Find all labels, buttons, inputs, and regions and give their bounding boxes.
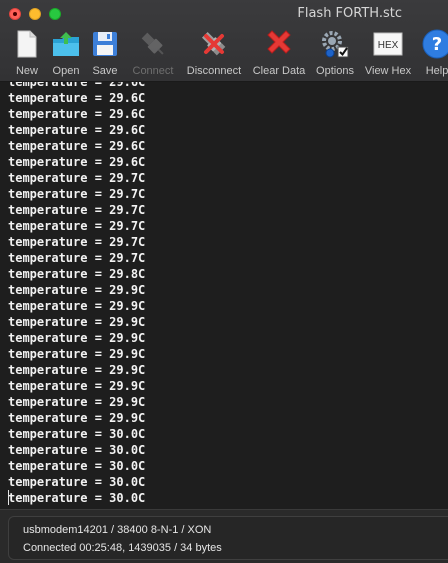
terminal-line: temperature = 29.9C [8, 331, 146, 345]
terminal-line: temperature = 30.0C [8, 491, 146, 505]
text-cursor [8, 490, 9, 505]
terminal-line-partial: temperature = 29.6C [8, 82, 146, 89]
zoom-window-button[interactable] [49, 8, 61, 20]
close-window-button[interactable] [9, 8, 21, 20]
red-x-icon [267, 30, 291, 54]
terminal-line: temperature = 29.9C [8, 299, 146, 313]
terminal-line: temperature = 29.9C [8, 395, 146, 409]
terminal-line: temperature = 29.6C [8, 155, 146, 169]
terminal-output[interactable]: temperature = 29.6C temperature = 29.6C t… [0, 82, 448, 509]
new-button[interactable]: New [10, 26, 44, 82]
hex-icon: HEX [373, 32, 403, 56]
window-controls [9, 8, 61, 20]
port-settings-text: usbmodem14201 / 38400 8-N-1 / XON [23, 524, 212, 536]
terminal-line: temperature = 29.9C [8, 363, 146, 377]
terminal-line: temperature = 30.0C [8, 443, 146, 457]
terminal-line: temperature = 29.9C [8, 411, 146, 425]
clear-data-button[interactable]: Clear Data [251, 26, 307, 82]
minimize-window-button[interactable] [29, 8, 41, 20]
terminal-line: temperature = 29.7C [8, 219, 146, 233]
view-hex-button[interactable]: HEX View Hex [362, 26, 414, 82]
clear-data-button-label: Clear Data [252, 65, 306, 77]
status-panel: usbmodem14201 / 38400 8-N-1 / XON Connec… [0, 509, 448, 563]
terminal-line: temperature = 29.9C [8, 283, 146, 297]
new-document-icon [17, 30, 37, 58]
connect-button[interactable]: Connect [129, 26, 177, 82]
question-mark-icon: ? [422, 29, 448, 59]
terminal-line: temperature = 29.7C [8, 203, 146, 217]
connect-button-label: Connect [132, 65, 174, 77]
app-window: Flash FORTH.stc New Open Save Connect Di… [0, 0, 448, 563]
terminal-line: temperature = 29.9C [8, 315, 146, 329]
help-icon-text: ? [432, 34, 442, 55]
toolbar: New Open Save Connect Disconnect Clear D… [0, 26, 448, 82]
terminal-line: temperature = 29.7C [8, 171, 146, 185]
title-bar: Flash FORTH.stc New Open Save Connect Di… [0, 0, 448, 82]
hex-icon-text: HEX [378, 40, 399, 51]
terminal-line: temperature = 29.7C [8, 187, 146, 201]
terminal-line: temperature = 30.0C [8, 475, 146, 489]
save-button-label: Save [92, 65, 118, 77]
help-button[interactable]: ? Help [420, 26, 448, 82]
floppy-disk-icon [93, 32, 117, 56]
terminal-line: temperature = 29.8C [8, 267, 146, 281]
save-button[interactable]: Save [88, 26, 122, 82]
new-button-label: New [15, 65, 38, 77]
terminal-line: temperature = 29.9C [8, 379, 146, 393]
connection-status-text: Connected 00:25:48, 1439035 / 34 bytes [23, 542, 222, 554]
options-button[interactable]: Options [313, 26, 357, 82]
usb-plug-icon [141, 32, 164, 55]
open-button[interactable]: Open [49, 26, 83, 82]
open-button-label: Open [52, 65, 80, 77]
terminal-line: temperature = 29.6C [8, 139, 146, 153]
terminal-line: temperature = 29.6C [8, 123, 146, 137]
disconnect-plug-icon [201, 31, 226, 56]
open-folder-icon [53, 32, 79, 56]
window-title: Flash FORTH.stc [297, 6, 402, 21]
gear-checkbox-icon [322, 31, 349, 58]
options-button-label: Options [316, 65, 354, 77]
help-button-label: Help [425, 65, 448, 77]
terminal-line: temperature = 29.7C [8, 251, 146, 265]
terminal-line: temperature = 29.6C [8, 107, 146, 121]
terminal-line: temperature = 30.0C [8, 459, 146, 473]
disconnect-button-label: Disconnect [186, 65, 242, 77]
terminal-line: temperature = 30.0C [8, 427, 146, 441]
terminal-line: temperature = 29.9C [8, 347, 146, 361]
terminal-line: temperature = 29.7C [8, 235, 146, 249]
disconnect-button[interactable]: Disconnect [183, 26, 245, 82]
terminal-line: temperature = 29.6C [8, 91, 146, 105]
view-hex-button-label: View Hex [364, 65, 412, 77]
